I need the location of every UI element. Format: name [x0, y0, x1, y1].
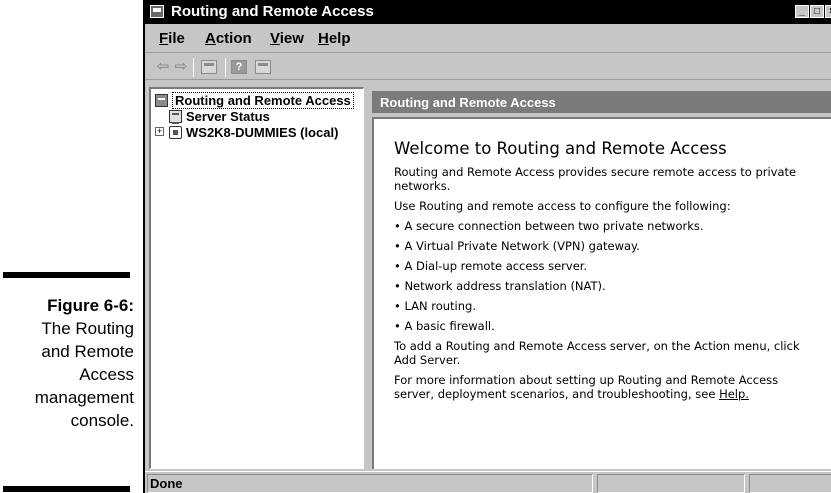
intro-text: Routing and Remote Access provides secur… [394, 165, 797, 193]
lead-text: Use Routing and remote access to configu… [394, 199, 731, 213]
menu-file[interactable]: File [159, 30, 185, 47]
server-status-icon [169, 110, 182, 124]
feature-text: A basic firewall. [404, 319, 495, 333]
menu-bar: File Action View Help [145, 24, 831, 50]
menu-action-label: ction [215, 30, 252, 47]
menu-view-access-key: V [270, 30, 280, 47]
minimize-button[interactable]: _ [795, 5, 809, 18]
status-bar: Done [145, 471, 831, 493]
feature-bullet: • A Dial-up remote access server. [394, 259, 588, 273]
feature-text: LAN routing. [404, 299, 476, 313]
figure-caption: Figure 6-6: The Routing and Remote Acces… [0, 294, 134, 432]
menu-help-label: elp [328, 30, 351, 47]
caption-rule-top [3, 272, 130, 278]
tree-node-label: WS2K8-DUMMIES (local) [186, 125, 339, 140]
figure-number: Figure 6-6: [47, 296, 134, 315]
tree-node-root[interactable]: Routing and Remote Access [155, 92, 354, 109]
toolbar-separator [225, 58, 226, 77]
caption-rule-bottom [3, 486, 130, 492]
status-text: Done [147, 474, 593, 493]
menu-help[interactable]: Help [318, 30, 351, 47]
show-hide-console-tree-icon[interactable] [201, 60, 217, 74]
add-server-text: To add a Routing and Remote Access serve… [394, 339, 800, 367]
feature-bullet: • A secure connection between two privat… [394, 219, 704, 233]
maximize-button[interactable]: □ [810, 5, 824, 18]
details-pane: Welcome to Routing and Remote Access Rou… [372, 117, 831, 469]
tree-node-server-status[interactable]: Server Status [169, 109, 270, 124]
toolbar: ⇦ ⇨ ? [145, 52, 831, 80]
feature-text: Network address translation (NAT). [404, 279, 606, 293]
properties-icon[interactable] [255, 60, 271, 74]
help-link[interactable]: Help. [719, 387, 749, 401]
expand-icon[interactable]: + [155, 127, 164, 136]
tree-node-local-server[interactable]: + WS2K8-DUMMIES (local) [155, 125, 339, 140]
server-icon [155, 94, 168, 107]
feature-text: A Dial-up remote access server. [404, 259, 588, 273]
status-cell [597, 474, 745, 493]
app-icon[interactable] [150, 5, 164, 18]
arrow-left-icon[interactable]: ⇦ [155, 59, 171, 75]
computer-icon [169, 126, 182, 139]
menu-action-access-key: A [205, 30, 216, 47]
more-info-text: For more information about setting up Ro… [394, 373, 814, 401]
menu-view[interactable]: View [270, 30, 304, 47]
feature-text: A secure connection between two private … [404, 219, 704, 233]
tree-node-label: Routing and Remote Access [172, 92, 354, 109]
details-header: Routing and Remote Access [372, 91, 831, 113]
menu-file-access-key: F [159, 30, 169, 47]
title-bar[interactable]: Routing and Remote Access _ □ × [145, 0, 831, 24]
menu-help-access-key: H [318, 30, 329, 47]
menu-view-label: iew [279, 30, 304, 47]
close-button[interactable]: × [825, 5, 831, 18]
menu-file-label: ile [168, 30, 185, 47]
feature-bullet: • A basic firewall. [394, 319, 495, 333]
status-cell [749, 474, 831, 493]
toolbar-separator [193, 58, 194, 77]
feature-bullet: • LAN routing. [394, 299, 476, 313]
feature-bullet: • A Virtual Private Network (VPN) gatewa… [394, 239, 640, 253]
tree-node-label: Server Status [186, 109, 270, 124]
feature-bullet: • Network address translation (NAT). [394, 279, 606, 293]
arrow-right-icon[interactable]: ⇨ [173, 59, 189, 75]
window-title: Routing and Remote Access [171, 3, 374, 20]
feature-text: A Virtual Private Network (VPN) gateway. [404, 239, 640, 253]
figure-caption-text: The Routing and Remote Access management… [34, 319, 134, 430]
menu-action[interactable]: Action [205, 30, 252, 47]
mmc-window: Routing and Remote Access _ □ × File Act… [143, 0, 831, 493]
help-icon[interactable]: ? [231, 60, 247, 74]
console-tree: Routing and Remote Access Server Status … [149, 87, 364, 469]
welcome-title: Welcome to Routing and Remote Access [394, 139, 727, 158]
